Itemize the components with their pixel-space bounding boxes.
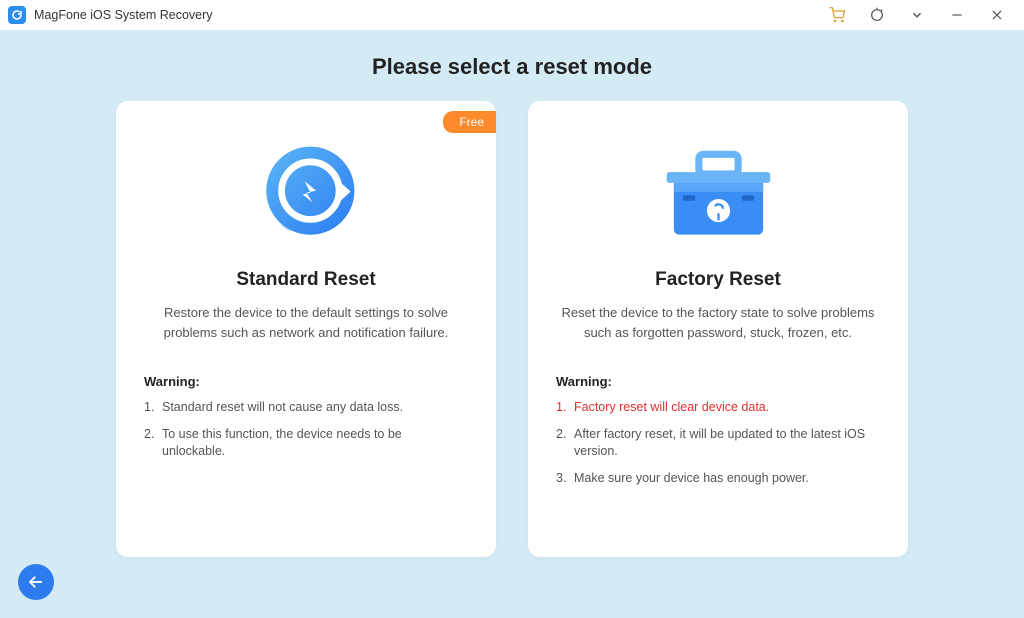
list-item: After factory reset, it will be updated … [556,426,880,461]
list-item: Factory reset will clear device data. [556,399,880,417]
factory-reset-title: Factory Reset [556,269,880,291]
close-button[interactable] [988,6,1006,24]
standard-reset-icon [144,129,468,259]
titlebar: MagFone iOS System Recovery [0,0,1024,30]
mode-cards: Free Standard Reset Restore the device t… [0,101,1024,557]
standard-reset-description: Restore the device to the default settin… [144,303,468,342]
settings-icon[interactable] [868,6,886,24]
list-item: Make sure your device has enough power. [556,470,880,488]
page-title: Please select a reset mode [0,54,1024,80]
standard-reset-card[interactable]: Free Standard Reset Restore the device t… [116,101,496,557]
app-logo-icon [8,6,26,24]
back-button[interactable] [18,564,54,600]
free-badge: Free [443,111,496,133]
titlebar-controls [828,6,1016,24]
cart-icon[interactable] [828,6,846,24]
factory-reset-card[interactable]: Factory Reset Reset the device to the fa… [528,101,908,557]
app-title: MagFone iOS System Recovery [34,8,213,22]
standard-reset-title: Standard Reset [144,269,468,291]
factory-reset-icon [556,129,880,259]
list-item: To use this function, the device needs t… [144,426,468,461]
warning-heading: Warning: [144,374,468,389]
warning-heading: Warning: [556,374,880,389]
standard-warning-list: Standard reset will not cause any data l… [144,399,468,461]
chevron-down-icon[interactable] [908,6,926,24]
list-item: Standard reset will not cause any data l… [144,399,468,417]
factory-reset-description: Reset the device to the factory state to… [556,303,880,342]
factory-warning-list: Factory reset will clear device data. Af… [556,399,880,487]
minimize-button[interactable] [948,6,966,24]
